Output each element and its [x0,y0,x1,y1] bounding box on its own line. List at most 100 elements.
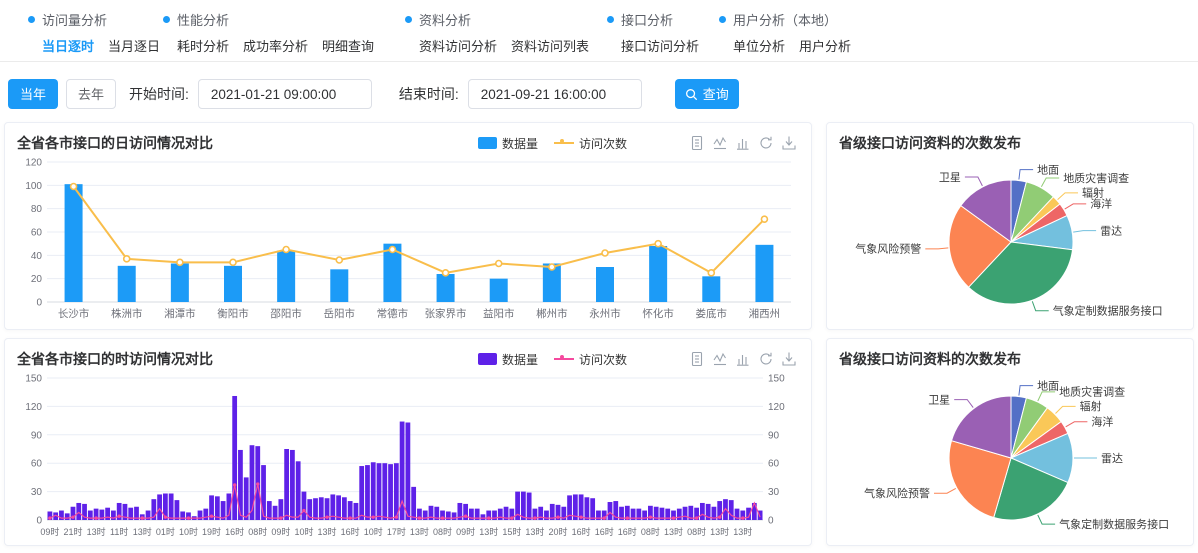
restore-icon[interactable] [758,135,774,151]
svg-text:80: 80 [31,204,43,215]
start-time-input[interactable] [198,79,372,109]
svg-text:0: 0 [36,516,42,527]
svg-text:10时: 10时 [364,526,383,537]
legend-item-visit-count[interactable]: 访问次数 [554,135,627,152]
right-column: 省级接口访问资料的次数发布 地面地质灾害调查辐射海洋雷达气象定制数据服务接口气象… [826,122,1194,546]
legend-item-data-volume[interactable]: 数据量 [478,135,538,152]
chart-toolbox [689,351,797,367]
pie-chart-top[interactable]: 地面地质灾害调查辐射海洋雷达气象定制数据服务接口气象风险预警卫星 [839,154,1183,332]
nav-item[interactable]: 资料访问分析 [419,36,497,55]
daily-bar-line-chart[interactable]: 020406080100120长沙市株洲市湘潭市衡阳市邵阳市岳阳市常德市张家界市… [17,154,801,324]
query-button-label: 查询 [703,88,729,101]
svg-text:60: 60 [768,459,780,470]
switch-to-line-chart-icon[interactable] [712,135,728,151]
svg-text:20: 20 [31,274,43,285]
svg-text:海洋: 海洋 [1090,197,1112,211]
svg-text:150: 150 [25,374,42,385]
bullet-icon [607,16,614,23]
svg-text:地质灾害调查: 地质灾害调查 [1059,385,1125,399]
switch-to-bar-chart-icon[interactable] [735,351,751,367]
svg-text:17时: 17时 [387,526,406,537]
svg-text:30: 30 [31,487,43,498]
svg-text:0: 0 [36,298,42,309]
switch-to-bar-chart-icon[interactable] [735,135,751,151]
svg-text:08时: 08时 [641,526,660,537]
dashboard-page: 访问量分析当日逐时当月逐日性能分析耗时分析成功率分析明细查询 资料分析资料访问分析… [0,0,1198,546]
svg-text:13时: 13时 [410,526,429,537]
svg-text:08时: 08时 [433,526,452,537]
svg-text:气象风险预警: 气象风险预警 [855,242,921,256]
hourly-bar-line-chart[interactable]: 0030306060909012012015015009时21时13时11时13… [17,370,801,542]
pie-title-top: 省级接口访问资料的次数发布 [839,133,1021,153]
svg-text:娄底市: 娄底市 [696,307,728,320]
nav-item[interactable]: 成功率分析 [243,36,308,55]
svg-text:40: 40 [31,251,43,262]
svg-text:株洲市: 株洲市 [111,307,143,320]
svg-text:气象定制数据服务接口: 气象定制数据服务接口 [1053,304,1163,318]
svg-text:120: 120 [25,402,42,413]
svg-text:60: 60 [31,459,43,470]
svg-text:地质灾害调查: 地质灾害调查 [1063,171,1129,185]
bullet-icon [405,16,412,23]
svg-text:衡阳市: 衡阳市 [217,307,249,320]
nav-item[interactable]: 当日逐时 [42,36,94,55]
nav-section-0: 访问量分析当日逐时当月逐日 [28,10,160,55]
pie-chart-bottom[interactable]: 地面地质灾害调查辐射海洋雷达气象定制数据服务接口气象风险预警卫星 [839,370,1183,548]
svg-text:08时: 08时 [687,526,706,537]
svg-text:海洋: 海洋 [1091,415,1113,429]
chart-title-daily: 全省各市接口的日访问情况对比 [17,133,213,153]
svg-text:永州市: 永州市 [589,307,621,320]
svg-text:郴州市: 郴州市 [536,307,568,320]
nav-item[interactable]: 接口访问分析 [621,36,699,55]
svg-text:90: 90 [31,430,43,441]
nav-item[interactable]: 明细查询 [322,36,374,55]
svg-text:湘西州: 湘西州 [749,307,781,320]
svg-text:13时: 13时 [664,526,683,537]
svg-text:常德市: 常德市 [377,307,409,320]
svg-text:15时: 15时 [502,526,521,537]
svg-text:08时: 08时 [248,526,267,537]
svg-text:0: 0 [768,516,774,527]
bullet-icon [163,16,170,23]
nav-item[interactable]: 单位分析 [733,36,785,55]
svg-text:10时: 10时 [294,526,313,537]
legend-label: 访问次数 [579,135,627,152]
bar-series-swatch [478,137,497,149]
restore-icon[interactable] [758,351,774,367]
save-as-image-icon[interactable] [781,135,797,151]
left-column: 全省各市接口的日访问情况对比 数据量 访问次数 020406080100120长 [4,122,812,546]
nav-section-title-text: 资料分析 [419,10,471,29]
nav-section-title: 性能分析 [163,10,374,29]
save-as-image-icon[interactable] [781,351,797,367]
dashboard-grid: 全省各市接口的日访问情况对比 数据量 访问次数 020406080100120长 [0,122,1198,546]
svg-text:13时: 13时 [733,526,752,537]
svg-text:气象风险预警: 气象风险预警 [864,486,930,500]
svg-text:益阳市: 益阳市 [483,307,515,320]
end-time-input[interactable] [468,79,642,109]
nav-item[interactable]: 耗时分析 [177,36,229,55]
legend-item-visit-count[interactable]: 访问次数 [554,351,627,368]
svg-text:150: 150 [768,374,785,385]
legend-label: 访问次数 [579,351,627,368]
switch-to-line-chart-icon[interactable] [712,351,728,367]
svg-text:10时: 10时 [179,526,198,537]
svg-text:卫星: 卫星 [939,171,961,184]
svg-text:岳阳市: 岳阳市 [324,307,356,320]
line-series-swatch [554,358,574,360]
province-pie-card-bottom: 省级接口访问资料的次数发布 地面地质灾害调查辐射海洋雷达气象定制数据服务接口气象… [826,338,1194,546]
this-year-button[interactable]: 当年 [8,79,58,109]
nav-item[interactable]: 当月逐日 [108,36,160,55]
data-view-icon[interactable] [689,135,705,151]
last-year-button[interactable]: 去年 [66,79,116,109]
data-view-icon[interactable] [689,351,705,367]
chart-title-hourly: 全省各市接口的时访问情况对比 [17,349,213,369]
svg-text:怀化市: 怀化市 [642,307,674,320]
nav-section-1: 性能分析耗时分析成功率分析明细查询 [163,10,374,55]
svg-text:11时: 11时 [110,526,128,537]
legend-item-data-volume[interactable]: 数据量 [478,351,538,368]
nav-item[interactable]: 用户分析 [799,36,851,55]
nav-item[interactable]: 资料访问列表 [511,36,589,55]
nav-section-3: 接口分析接口访问分析 [607,10,699,55]
query-button[interactable]: 查询 [675,79,739,109]
nav-section-title: 用户分析（本地） [719,10,851,29]
